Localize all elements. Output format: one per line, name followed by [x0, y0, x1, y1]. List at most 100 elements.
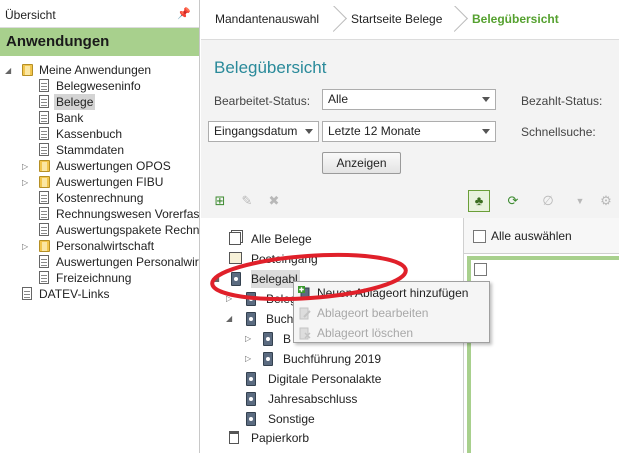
nav-item-label: Belegweseninfo: [56, 79, 141, 93]
bearbeitet-status-select[interactable]: Alle: [322, 89, 496, 110]
binder-icon: [246, 292, 256, 306]
pin-icon[interactable]: 📌: [177, 7, 191, 20]
expand-arrow-icon[interactable]: ▷: [22, 239, 28, 255]
dropdown-icon[interactable]: ▼: [571, 192, 589, 210]
menu-item-edit-storage[interactable]: Ablageort bearbeiten: [294, 303, 489, 323]
collapse-arrow-icon[interactable]: ◢: [5, 63, 11, 79]
document-icon: [39, 191, 49, 204]
nav-item-label: Bank: [56, 111, 84, 125]
applications-tree: ◢ Meine Anwendungen Belegweseninfo Beleg…: [0, 56, 199, 301]
document-icon: [39, 143, 49, 156]
document-icon: [39, 223, 49, 236]
nav-item-auswertungen-personalwirtschaft[interactable]: Auswertungen Personalwirt: [0, 254, 199, 270]
menu-item-label: Neuen Ablageort hinzufügen: [317, 286, 469, 300]
document-icon: [39, 127, 49, 140]
stack-icon: [229, 232, 241, 245]
expand-arrow-icon[interactable]: ▷: [226, 290, 232, 308]
tree-item-label: B: [283, 332, 292, 346]
binder-icon: [246, 412, 256, 426]
tree-item-buchfuehrung-2019[interactable]: ▷ Buchführung 2019: [245, 350, 456, 368]
expand-arrow-icon[interactable]: ▷: [245, 330, 251, 348]
edit-storage-icon[interactable]: ✎: [238, 192, 256, 210]
expand-arrow-icon[interactable]: ▷: [22, 175, 28, 191]
nav-item-label: DATEV-Links: [39, 287, 110, 301]
menu-item-add-storage[interactable]: Neuen Ablageort hinzufügen: [294, 283, 489, 303]
nav-item-label: Personalwirtschaft: [56, 239, 155, 253]
tree-view-icon[interactable]: ♣: [468, 190, 490, 212]
nav-item-rechnungswesen-vorerfassung[interactable]: Rechnungswesen Vorerfass: [0, 206, 200, 222]
expand-arrow-icon[interactable]: ▷: [22, 159, 28, 175]
select-all-checkbox[interactable]: [473, 230, 486, 243]
overview-title: Übersicht: [5, 8, 56, 22]
folder-icon: [39, 240, 50, 252]
nav-item-meine-anwendungen[interactable]: ◢ Meine Anwendungen: [0, 62, 199, 79]
nav-item-label: Freizeichnung: [56, 271, 132, 285]
trash-icon: [229, 431, 239, 444]
nav-item-freizeichnung[interactable]: Freizeichnung: [0, 270, 199, 286]
document-icon: [39, 207, 49, 220]
expand-arrow-icon[interactable]: ▷: [245, 350, 251, 368]
binder-icon: [231, 272, 241, 286]
page-title: Belegübersicht: [214, 58, 327, 77]
nav-item-label: Rechnungswesen Vorerfass: [56, 207, 200, 221]
delete-storage-icon[interactable]: ✖: [265, 192, 283, 210]
nav-item-label: Kassenbuch: [56, 127, 123, 141]
settings-icon[interactable]: ⚙: [597, 192, 615, 210]
binder-icon: [246, 312, 256, 326]
breadcrumb-mandantenauswahl[interactable]: Mandantenauswahl: [215, 12, 319, 26]
folder-icon: [22, 64, 33, 76]
period-select[interactable]: Letzte 12 Monate: [322, 121, 496, 142]
tree-item-label: Buch: [266, 312, 294, 326]
nav-item-auswertungen-opos[interactable]: ▷ Auswertungen OPOS: [0, 158, 199, 175]
binder-icon: [263, 352, 273, 366]
menu-item-delete-storage[interactable]: Ablageort löschen: [294, 323, 489, 343]
refresh-icon[interactable]: ⟳: [504, 192, 522, 210]
document-icon: [39, 111, 49, 124]
add-storage-icon: [298, 286, 310, 300]
nav-item-label: Meine Anwendungen: [39, 63, 152, 77]
collapse-arrow-icon[interactable]: ◢: [226, 310, 232, 328]
chevron-down-icon: [305, 129, 313, 134]
overview-header: Übersicht 📌: [0, 0, 199, 28]
breadcrumb-startseite-belege[interactable]: Startseite Belege: [351, 12, 442, 26]
nav-item-label: Belege: [54, 94, 96, 110]
menu-item-label: Ablageort löschen: [317, 326, 414, 340]
tree-item-jahresabschluss[interactable]: Jahresabschluss: [246, 390, 456, 408]
document-icon: [39, 271, 49, 284]
tree-item-alle-belege[interactable]: Alle Belege: [226, 230, 456, 248]
nav-item-bank[interactable]: Bank: [0, 110, 199, 126]
tree-item-label: Buchführung 2019: [283, 352, 382, 366]
tree-item-label: Alle Belege: [251, 232, 312, 246]
delete-storage-icon: [299, 327, 311, 340]
attachment-icon[interactable]: ∅: [539, 192, 557, 210]
tree-item-label: Jahresabschluss: [268, 392, 358, 406]
document-icon: [39, 79, 49, 92]
select-all-label: Alle auswählen: [491, 229, 572, 243]
binder-icon: [246, 392, 256, 406]
tree-item-posteingang[interactable]: Posteingang: [226, 250, 456, 268]
collapse-arrow-icon[interactable]: ◢: [213, 270, 219, 288]
document-icon: [22, 287, 32, 300]
show-button[interactable]: Anzeigen: [322, 152, 401, 174]
nav-item-datev-links[interactable]: DATEV-Links: [0, 286, 199, 302]
tree-item-sonstige[interactable]: Sonstige: [246, 410, 456, 428]
breadcrumb-beleguebersicht: Belegübersicht: [472, 12, 559, 26]
chevron-down-icon: [482, 97, 490, 102]
bearbeitet-status-label: Bearbeitet-Status:: [214, 94, 311, 108]
row-checkbox[interactable]: [474, 263, 487, 276]
tree-item-papierkorb[interactable]: Papierkorb: [229, 429, 456, 447]
nav-item-auswertungen-fibu[interactable]: ▷ Auswertungen FIBU: [0, 174, 199, 191]
context-menu: Neuen Ablageort hinzufügen Ablageort bea…: [293, 281, 490, 343]
main-content: Mandantenauswahl Startseite Belege Beleg…: [201, 0, 619, 453]
nav-item-kassenbuch[interactable]: Kassenbuch: [0, 126, 199, 142]
tree-item-label: Papierkorb: [251, 431, 310, 445]
nav-item-kostenrechnung[interactable]: Kostenrechnung: [0, 190, 199, 206]
nav-item-belege[interactable]: Belege: [0, 94, 199, 110]
nav-item-stammdaten[interactable]: Stammdaten: [0, 142, 199, 158]
date-field-select[interactable]: Eingangsdatum: [208, 121, 319, 142]
add-storage-icon[interactable]: ⊞: [211, 192, 229, 210]
nav-item-belegweseninfo[interactable]: Belegweseninfo: [0, 78, 199, 94]
tree-item-digitale-personalakte[interactable]: Digitale Personalakte: [246, 370, 456, 388]
nav-item-personalwirtschaft[interactable]: ▷ Personalwirtschaft: [0, 238, 199, 255]
nav-item-auswertungspakete[interactable]: Auswertungspakete Rechnu: [0, 222, 199, 238]
